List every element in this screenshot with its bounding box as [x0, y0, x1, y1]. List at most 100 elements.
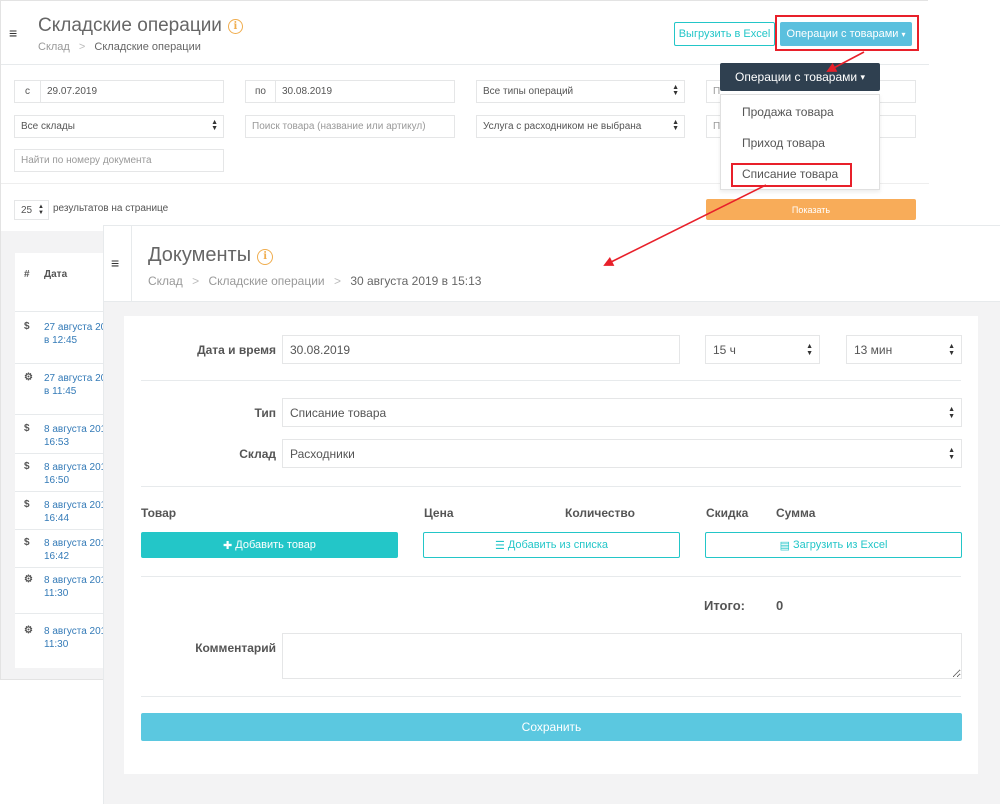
menu-item-receipt[interactable]: Приход товара — [742, 136, 825, 150]
breadcrumb-mid[interactable]: Складские операции — [208, 274, 324, 288]
gear-icon: ⚙ — [24, 574, 33, 585]
operations-dropdown-label: Операции с товарами — [735, 70, 858, 84]
datetime-label: Дата и время — [197, 343, 276, 357]
page-title: Складские операции i — [38, 15, 243, 37]
document-window: ≡ Документы i Склад > Складские операции … — [103, 225, 1000, 804]
row-date-line1: 8 августа 2019 — [44, 538, 112, 549]
type-label: Тип — [254, 406, 277, 420]
table-header-date: Дата — [44, 269, 68, 280]
date-from-value: 29.07.2019 — [47, 86, 98, 97]
table-row[interactable]: 8 августа 2019 16:50 — [44, 461, 112, 487]
table-row[interactable]: 8 августа 2019 16:44 — [44, 499, 112, 525]
operations-dropdown-button[interactable]: Операции с товарами ▾ — [720, 63, 880, 91]
row-date-line1: 8 августа 2019 — [44, 500, 112, 511]
page-title-text: Складские операции — [38, 15, 222, 36]
add-from-list-label: Добавить из списка — [507, 539, 609, 551]
gear-icon: ⚙ — [24, 372, 33, 383]
table-row[interactable]: 8 августа 2019 11:30 — [44, 574, 112, 600]
select-arrows-icon: ▲ ▼ — [211, 119, 218, 132]
menu-icon[interactable]: ≡ — [9, 25, 17, 41]
row-divider — [15, 311, 105, 312]
select-arrows-icon: ▲ ▼ — [948, 447, 955, 461]
per-page-label: результатов на странице — [53, 203, 169, 214]
minute-select[interactable]: 13 мин ▲ ▼ — [846, 335, 962, 364]
comment-textarea[interactable] — [282, 633, 962, 679]
add-from-list-button[interactable]: ☰ Добавить из списка — [423, 532, 680, 558]
service-select[interactable]: Услуга с расходником не выбрана ▲ ▼ — [476, 115, 685, 138]
warehouse-value: Расходники — [290, 446, 355, 461]
column-header-price: Цена — [424, 506, 454, 520]
minute-value: 13 мин — [854, 342, 893, 357]
dollar-icon: $ — [24, 461, 30, 472]
table-row[interactable]: 8 августа 2019 11:30 — [44, 625, 112, 651]
column-header-sum: Сумма — [776, 506, 816, 520]
select-arrows-icon: ▲ ▼ — [948, 343, 955, 357]
date-to-prefix: по — [246, 81, 276, 102]
operation-type-select[interactable]: Все типы операций ▲ ▼ — [476, 80, 685, 103]
date-from-prefix: с — [15, 81, 41, 102]
date-from-field[interactable]: с 29.07.2019 — [14, 80, 224, 103]
warehouse-label: Склад — [239, 447, 276, 461]
table-row[interactable]: 8 августа 2019 16:53 — [44, 423, 112, 449]
breadcrumb-sep: > — [78, 41, 86, 53]
warehouse-select[interactable]: Все склады ▲ ▼ — [14, 115, 224, 138]
dollar-icon: $ — [24, 321, 30, 332]
dollar-icon: $ — [24, 499, 30, 510]
date-to-value: 30.08.2019 — [282, 86, 333, 97]
filter-p1-placeholder: П — [713, 86, 721, 97]
row-divider — [15, 491, 105, 492]
info-icon[interactable]: i — [257, 248, 274, 265]
document-number-input[interactable]: Найти по номеру документа — [14, 149, 224, 172]
list-icon: ☰ — [494, 539, 505, 552]
total-label: Итого: — [704, 598, 745, 613]
add-product-label: Добавить товар — [235, 539, 316, 551]
menu-item-sale[interactable]: Продажа товара — [742, 105, 834, 119]
table-header-number: # — [24, 269, 30, 280]
per-page-select[interactable]: 25 ▲ ▼ — [14, 200, 49, 220]
per-page-value: 25 — [21, 204, 33, 216]
comment-label: Комментарий — [195, 641, 276, 655]
document-number-placeholder: Найти по номеру документа — [21, 155, 152, 166]
annotation-highlight-write-off — [731, 163, 852, 187]
save-button[interactable]: Сохранить — [141, 713, 962, 741]
type-value: Списание товара — [290, 405, 387, 420]
show-button[interactable]: Показать — [706, 199, 916, 220]
select-arrows-icon: ▲ ▼ — [948, 406, 955, 420]
row-date-line2: 11:30 — [44, 588, 69, 599]
breadcrumb-sep: > — [192, 274, 200, 288]
row-divider — [15, 363, 105, 364]
excel-file-icon: ▤ — [779, 539, 790, 552]
info-icon[interactable]: i — [227, 19, 243, 34]
menu-icon[interactable]: ≡ — [111, 255, 119, 271]
sidebar-divider — [131, 226, 132, 302]
operation-type-value: Все типы операций — [483, 86, 574, 97]
annotation-highlight-ops-button — [775, 15, 919, 51]
export-excel-button[interactable]: Выгрузить в Excel — [674, 22, 775, 46]
product-search-placeholder: Поиск товара (название или артикул) — [252, 121, 426, 132]
row-divider — [15, 567, 105, 568]
caret-down-icon: ▾ — [860, 71, 865, 82]
document-title-text: Документы — [148, 244, 252, 266]
plus-icon: ✚ — [223, 539, 233, 552]
row-date-line1: 8 августа 2019 — [44, 626, 112, 637]
row-divider — [15, 453, 105, 454]
divider — [141, 486, 961, 487]
column-header-product: Товар — [141, 506, 177, 520]
filter-p2-placeholder: П — [713, 121, 721, 132]
add-product-button[interactable]: ✚ Добавить товар — [141, 532, 398, 558]
date-input[interactable]: 30.08.2019 — [282, 335, 680, 364]
warehouse-select[interactable]: Расходники ▲ ▼ — [282, 439, 962, 468]
row-divider — [15, 529, 105, 530]
dollar-icon: $ — [24, 423, 30, 434]
product-search-input[interactable]: Поиск товара (название или артикул) — [245, 115, 455, 138]
breadcrumb-current: Складские операции — [94, 41, 201, 53]
type-select[interactable]: Списание товара ▲ ▼ — [282, 398, 962, 427]
hour-select[interactable]: 15 ч ▲ ▼ — [705, 335, 820, 364]
row-date-line2: 16:53 — [44, 437, 70, 448]
breadcrumb-root[interactable]: Склад — [38, 41, 70, 53]
hour-value: 15 ч — [713, 342, 736, 357]
breadcrumb-root[interactable]: Склад — [148, 274, 183, 288]
load-excel-button[interactable]: ▤ Загрузить из Excel — [705, 532, 962, 558]
date-to-field[interactable]: по 30.08.2019 — [245, 80, 455, 103]
table-row[interactable]: 8 августа 2019 16:42 — [44, 537, 112, 563]
